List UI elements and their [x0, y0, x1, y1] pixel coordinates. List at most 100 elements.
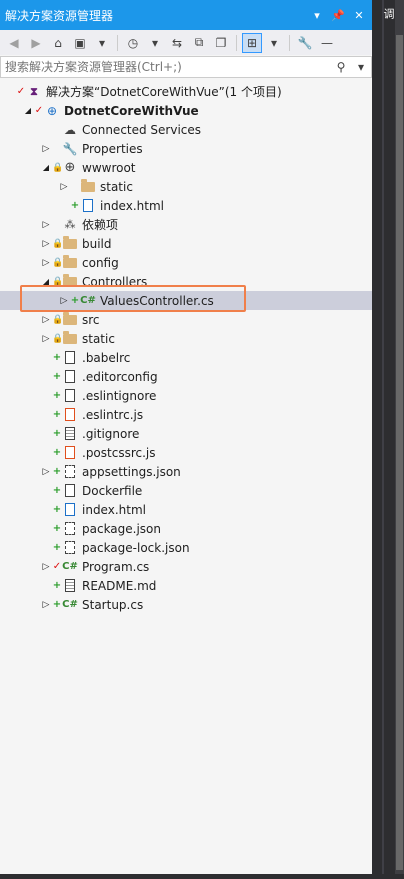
minus-icon[interactable]: — [317, 33, 337, 53]
chevron-down-icon[interactable]: ▾ [264, 33, 284, 53]
js-file-icon [62, 407, 78, 423]
pin-icon[interactable]: 📌 [330, 9, 346, 22]
dock-edge [382, 0, 384, 879]
collapsed-arrow-icon[interactable]: ▷ [40, 144, 52, 154]
solution-icon: ⧗ [30, 84, 38, 98]
panel-title: 解决方案资源管理器 [5, 8, 114, 23]
tree-item[interactable]: ▷ 🔒 config [0, 253, 372, 272]
tree-item-label: build [82, 236, 112, 251]
folder-icon [62, 311, 78, 328]
tree-item[interactable]: ◢ 🔒 ⊕ wwwroot [0, 158, 372, 177]
folder-icon [62, 254, 78, 271]
tree-item-label: wwwroot [82, 160, 136, 175]
tree-item[interactable]: ▷ 🔒 src [0, 310, 372, 329]
tree-item[interactable]: + .eslintrc.js [0, 405, 372, 424]
collapse-all-icon[interactable]: ⧉ [189, 33, 209, 53]
tree-item[interactable]: + .editorconfig [0, 367, 372, 386]
tree-item-label: .gitignore [82, 426, 140, 441]
tree-item[interactable]: ◢ ✓ ⊕ DotnetCoreWithVue [0, 101, 372, 120]
tree-item[interactable]: ▷ 🔒 static [0, 329, 372, 348]
tree-item[interactable]: ✓ ⧗ 解决方案“DotnetCoreWithVue”(1 个项目) [0, 82, 372, 101]
tree-item-label: 解决方案“DotnetCoreWithVue”(1 个项目) [46, 85, 282, 99]
tree-item[interactable]: ▷ ⁂ 依赖项 [0, 215, 372, 234]
chevron-down-icon[interactable]: ▾ [145, 33, 165, 53]
tree-item[interactable]: ▷ + C# Startup.cs [0, 595, 372, 614]
tree-item[interactable]: + .babelrc [0, 348, 372, 367]
scrollbar-thumb[interactable] [396, 35, 403, 870]
solution-explorer-panel: 解决方案资源管理器 ▾ 📌 ✕ ◀ ▶ ⌂ ▣ ▾ ◷ ▾ ⇆ ⧉ ❐ ⊞ ▾ … [0, 0, 372, 879]
tree-item-label: config [82, 255, 119, 270]
tree-item[interactable]: + README.md [0, 576, 372, 595]
tree-item-label: appsettings.json [82, 464, 181, 479]
file-icon [62, 388, 78, 404]
tree-item-label: index.html [82, 502, 146, 517]
expanded-arrow-icon[interactable]: ◢ [40, 163, 52, 172]
tree-item[interactable]: + .gitignore [0, 424, 372, 443]
tree-item[interactable]: + package-lock.json [0, 538, 372, 557]
tree-item-label: Program.cs [82, 559, 150, 574]
tree-item[interactable]: + index.html [0, 196, 372, 215]
close-icon[interactable]: ✕ [351, 9, 367, 22]
tree-item-label: Properties [82, 141, 143, 156]
status-locked-icon: 🔒 [52, 314, 64, 325]
collapsed-arrow-icon[interactable]: ▷ [40, 239, 52, 249]
collapsed-arrow-icon[interactable]: ▷ [58, 182, 70, 192]
tree-item[interactable]: + Dockerfile [0, 481, 372, 500]
collapsed-arrow-icon[interactable]: ▷ [40, 258, 52, 268]
globe-icon: ⊕ [64, 160, 76, 175]
search-icon[interactable]: ⚲ [331, 60, 351, 74]
forward-icon[interactable]: ▶ [26, 33, 46, 53]
folder-icon [80, 178, 96, 195]
collapsed-arrow-icon[interactable]: ▷ [40, 562, 52, 572]
tree-item[interactable]: ▷ + appsettings.json [0, 462, 372, 481]
wrench-icon: 🔧 [62, 141, 78, 156]
tree-item-label: Dockerfile [82, 483, 143, 498]
collapsed-arrow-icon[interactable]: ▷ [40, 315, 52, 325]
csharp-file-icon: C# [62, 561, 78, 572]
status-checked-out-icon: ✓ [16, 86, 26, 97]
collapsed-arrow-icon[interactable]: ▷ [40, 334, 52, 344]
tree-item[interactable]: ▷ ✓ C# Program.cs [0, 557, 372, 576]
tree-item[interactable]: ☁ Connected Services [0, 120, 372, 139]
status-added-icon: + [52, 542, 62, 553]
tree-item-label: .eslintrc.js [82, 407, 144, 422]
chevron-down-icon[interactable]: ▾ [351, 60, 371, 74]
tree-item[interactable]: ▷ 🔧 Properties [0, 139, 372, 158]
switch-views-icon[interactable]: ▣ [70, 33, 90, 53]
search-input[interactable] [1, 59, 331, 75]
status-added-icon: + [52, 352, 62, 363]
expanded-arrow-icon[interactable]: ◢ [22, 106, 34, 115]
tree-item[interactable]: + package.json [0, 519, 372, 538]
collapsed-arrow-icon[interactable]: ▷ [40, 467, 52, 477]
home-icon[interactable]: ⌂ [48, 33, 68, 53]
web-project-icon: ⊕ [46, 103, 58, 118]
properties-wrench-icon[interactable]: 🔧 [295, 33, 315, 53]
tree-item[interactable]: ▷ 🔒 build [0, 234, 372, 253]
search-box: ⚲ ▾ [0, 56, 372, 78]
chevron-down-icon[interactable]: ▾ [92, 33, 112, 53]
html-file-icon [80, 198, 96, 214]
collapsed-arrow-icon[interactable]: ▷ [40, 220, 52, 230]
dock-tab[interactable]: 调 [378, 8, 396, 19]
collapsed-arrow-icon[interactable]: ▷ [40, 600, 52, 610]
tree-item-label: .editorconfig [82, 369, 158, 384]
tree-item[interactable]: + .postcssrc.js [0, 443, 372, 462]
file-icon [62, 369, 78, 385]
tree-item[interactable]: + index.html [0, 500, 372, 519]
preview-selected-icon[interactable]: ⊞ [242, 32, 262, 53]
tree-item-label: .babelrc [82, 350, 131, 365]
show-all-files-icon[interactable]: ❐ [211, 33, 231, 53]
back-icon[interactable]: ◀ [4, 33, 24, 53]
toolbar-divider [117, 34, 118, 51]
tree-item[interactable]: ▷ static [0, 177, 372, 196]
status-added-icon: + [52, 428, 62, 439]
tree-item[interactable]: + .eslintignore [0, 386, 372, 405]
tree-item-label: Connected Services [82, 122, 202, 137]
pending-changes-filter-icon[interactable]: ◷ [123, 33, 143, 53]
tree-item-label: .postcssrc.js [82, 445, 156, 460]
sync-icon[interactable]: ⇆ [167, 33, 187, 53]
tree-item-label: README.md [82, 578, 157, 593]
tree-item-label: Startup.cs [82, 597, 144, 612]
dependencies-icon: ⁂ [64, 218, 76, 231]
dropdown-arrow-icon[interactable]: ▾ [309, 9, 325, 22]
